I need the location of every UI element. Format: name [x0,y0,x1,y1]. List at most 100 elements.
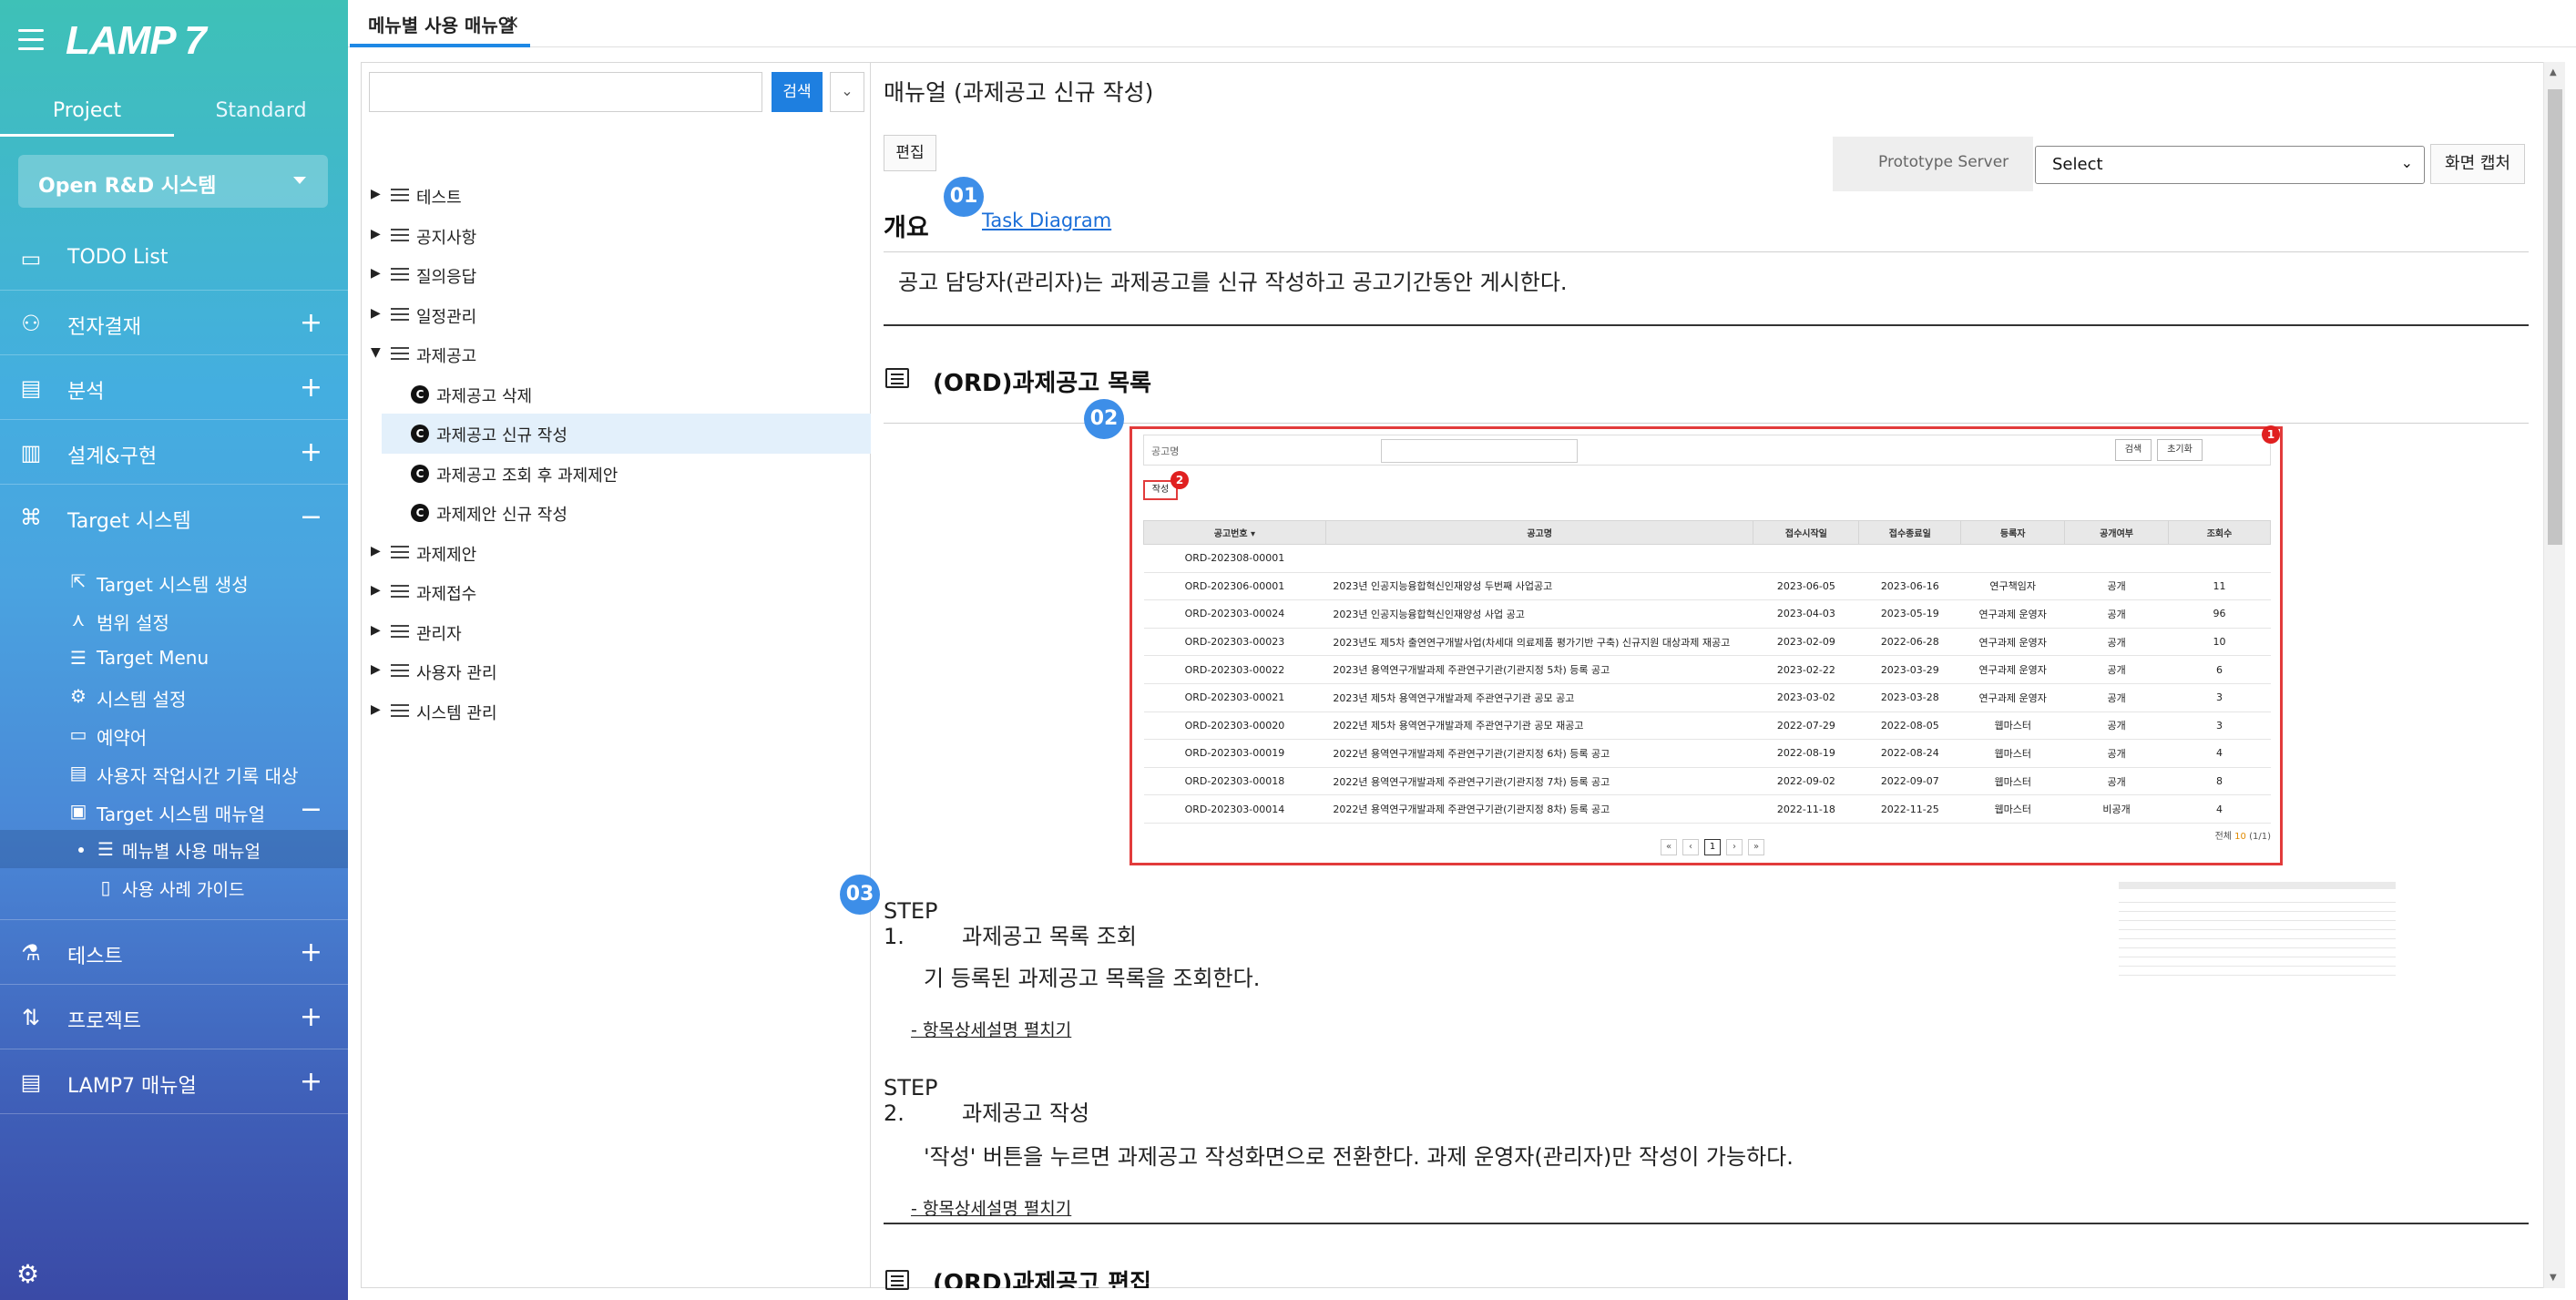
cell: 2023-04-03 [1753,599,1859,629]
flask-icon: ⚗ [21,940,41,966]
tree-node-user-mgmt[interactable]: ▶ 사용자 관리 [362,651,872,691]
scroll-up-icon[interactable]: ▲ [2550,67,2557,77]
cell: 2022-08-19 [1753,739,1859,768]
tree-node-system-mgmt[interactable]: ▶ 시스템 관리 [362,691,872,732]
app-logo: LAMP 7 [66,18,207,63]
task-diagram-link[interactable]: Task Diagram [982,210,1111,231]
tree-node-notice[interactable]: ▶ 공지사항 [362,216,872,256]
sidebar-item-test[interactable]: ⚗ 테스트 + [0,920,348,985]
divider [884,324,2529,326]
sidebar-item-target-menu[interactable]: ☰ Target Menu [0,639,348,677]
caret-right-icon[interactable]: ▶ [371,227,381,241]
tab-standard[interactable]: Standard [174,89,348,137]
list-icon [391,188,409,202]
caret-right-icon[interactable]: ▶ [371,623,381,638]
tree-node-announcement-create[interactable]: C 과제공고 신규 작성 [382,414,872,454]
tree-node-announcement-view-propose[interactable]: C 과제공고 조회 후 과제제안 [362,454,872,494]
step-1-thumbnail[interactable] [2119,882,2396,982]
cell: 2023-02-22 [1753,655,1859,684]
caret-right-icon[interactable]: ▶ [371,306,381,321]
tab-project[interactable]: Project [0,89,174,137]
chevron-double-down-icon[interactable]: ⌄ [830,72,864,112]
expand-plus-icon[interactable]: + [300,307,322,339]
project-select[interactable]: Open R&D 시스템 [18,155,328,208]
cell: ORD-202303-00023 [1143,628,1326,657]
sidebar-item-reserved-words[interactable]: ▭ 예약어 [0,715,348,753]
collapse-minus-icon[interactable]: − [300,793,322,825]
tree-node-test[interactable]: ▶ 테스트 [362,176,872,216]
sidebar-item-label: 설계&구현 [67,445,158,468]
tab-menu-manual[interactable]: 메뉴별 사용 매뉴얼 × [350,0,530,47]
tree-node-schedule[interactable]: ▶ 일정관리 [362,295,872,335]
cell: 2023년 용역연구개발과제 주관연구기관(기관지정 5차) 등록 공고 [1325,655,1753,684]
tree-search-input[interactable] [369,72,762,112]
caret-right-icon[interactable]: ▶ [371,583,381,598]
scrollbar-thumb[interactable] [2548,89,2562,545]
section-title-edit: (ORD)과제공고 편집 [933,1270,1152,1288]
sidebar-item-label: 메뉴별 사용 매뉴얼 [122,842,261,862]
screen-capture-button[interactable]: 화면 캡처 [2430,144,2525,184]
caret-right-icon[interactable]: ▶ [371,702,381,717]
collapse-minus-icon[interactable]: − [300,501,322,533]
sidebar-item-approval[interactable]: ⚇ 전자결재 + [0,291,348,355]
tree-node-label: 과제공고 삭제 [436,386,533,406]
tree-node-proposal[interactable]: ▶ 과제제안 [362,533,872,573]
sidebar-item-design[interactable]: ▥ 설계&구현 + [0,420,348,485]
thumbnail-row [2119,920,2396,921]
step-2-expand-link[interactable]: - 항목상세설명 펼치기 [911,1195,1071,1220]
expand-plus-icon[interactable]: + [300,937,322,968]
list-card-icon [885,368,909,388]
sidebar-item-target-system[interactable]: ⌘ Target 시스템 − [0,485,348,549]
expand-plus-icon[interactable]: + [300,436,322,468]
tree-node-announcement[interactable]: ▼ 과제공고 [362,334,872,374]
tree-node-announcement-delete[interactable]: C 과제공고 삭제 [362,374,872,415]
sidebar-item-scope[interactable]: ⋏ 범위 설정 [0,600,348,639]
sidebar-item-system-settings[interactable]: ⚙ 시스템 설정 [0,677,348,715]
server-select-value: Select [2052,155,2103,174]
settings-gear-icon[interactable]: ⚙ [16,1261,44,1288]
expand-plus-icon[interactable]: + [300,1001,322,1033]
tree-node-label: 과제공고 신규 작성 [436,426,567,445]
caret-right-icon[interactable]: ▶ [371,544,381,558]
hamburger-menu-icon[interactable] [18,29,46,51]
sidebar-item-usecase-guide[interactable]: ▯ 사용 사례 가이드 [0,868,348,906]
caret-down-icon[interactable]: ▼ [371,345,381,360]
tree-node-qna[interactable]: ▶ 질의응답 [362,255,872,295]
sidebar-item-menu-manual[interactable]: ☰ 메뉴별 사용 매뉴얼 [0,830,348,868]
caret-right-icon[interactable]: ▶ [371,662,381,677]
sidebar-item-target-create[interactable]: ⇱ Target 시스템 생성 [0,562,348,600]
tree-node-admin[interactable]: ▶ 관리자 [362,612,872,652]
step-title: 과제공고 목록 조회 [962,924,1137,949]
close-icon[interactable]: × [505,11,520,33]
expand-plus-icon[interactable]: + [300,1066,322,1098]
sidebar-topbar: LAMP 7 [0,0,348,89]
menu-icon: ☰ [70,647,87,669]
scroll-down-icon[interactable]: ▼ [2550,1273,2557,1283]
sidebar-item-todo[interactable]: ▭ TODO List [0,226,348,291]
expand-plus-icon[interactable]: + [300,372,322,404]
sidebar-item-lamp7-manual[interactable]: ▤ LAMP7 매뉴얼 + [0,1049,348,1114]
sidebar-item-target-manual[interactable]: ▣ Target 시스템 매뉴얼 − [0,792,348,830]
cell: 2023-02-09 [1753,628,1859,657]
edit-button[interactable]: 편집 [884,135,936,171]
tree-node-reception[interactable]: ▶ 과제접수 [362,572,872,612]
tree-node-proposal-create[interactable]: C 과제제안 신규 작성 [362,493,872,533]
tree-node-label: 과제공고 조회 후 과제제안 [436,466,618,486]
cell: 2023-03-02 [1753,683,1859,712]
step-1-expand-link[interactable]: - 항목상세설명 펼치기 [911,1017,1071,1041]
sidebar-item-analysis[interactable]: ▤ 분석 + [0,355,348,420]
cell: ORD-202303-00018 [1143,767,1326,796]
caret-right-icon[interactable]: ▶ [371,266,381,281]
sidebar-item-project[interactable]: ⇅ 프로젝트 + [0,985,348,1049]
step-badge-01: 01 [944,177,984,217]
cell [1960,544,2065,573]
tree-node-label: 과제접수 [416,585,477,604]
sidebar-item-worktime[interactable]: ▤ 사용자 작업시간 기록 대상 [0,753,348,792]
cell: 3 [2168,711,2271,741]
prototype-server-select[interactable]: Select ⌄ [2035,146,2425,184]
caret-right-icon[interactable]: ▶ [371,187,381,201]
cell: 연구과제 운영자 [1960,599,2065,629]
cell: 2022-07-29 [1753,711,1859,741]
tree-search-button[interactable]: 검색 [772,72,823,112]
content-scrollbar[interactable]: ▲ ▼ [2543,62,2565,1288]
